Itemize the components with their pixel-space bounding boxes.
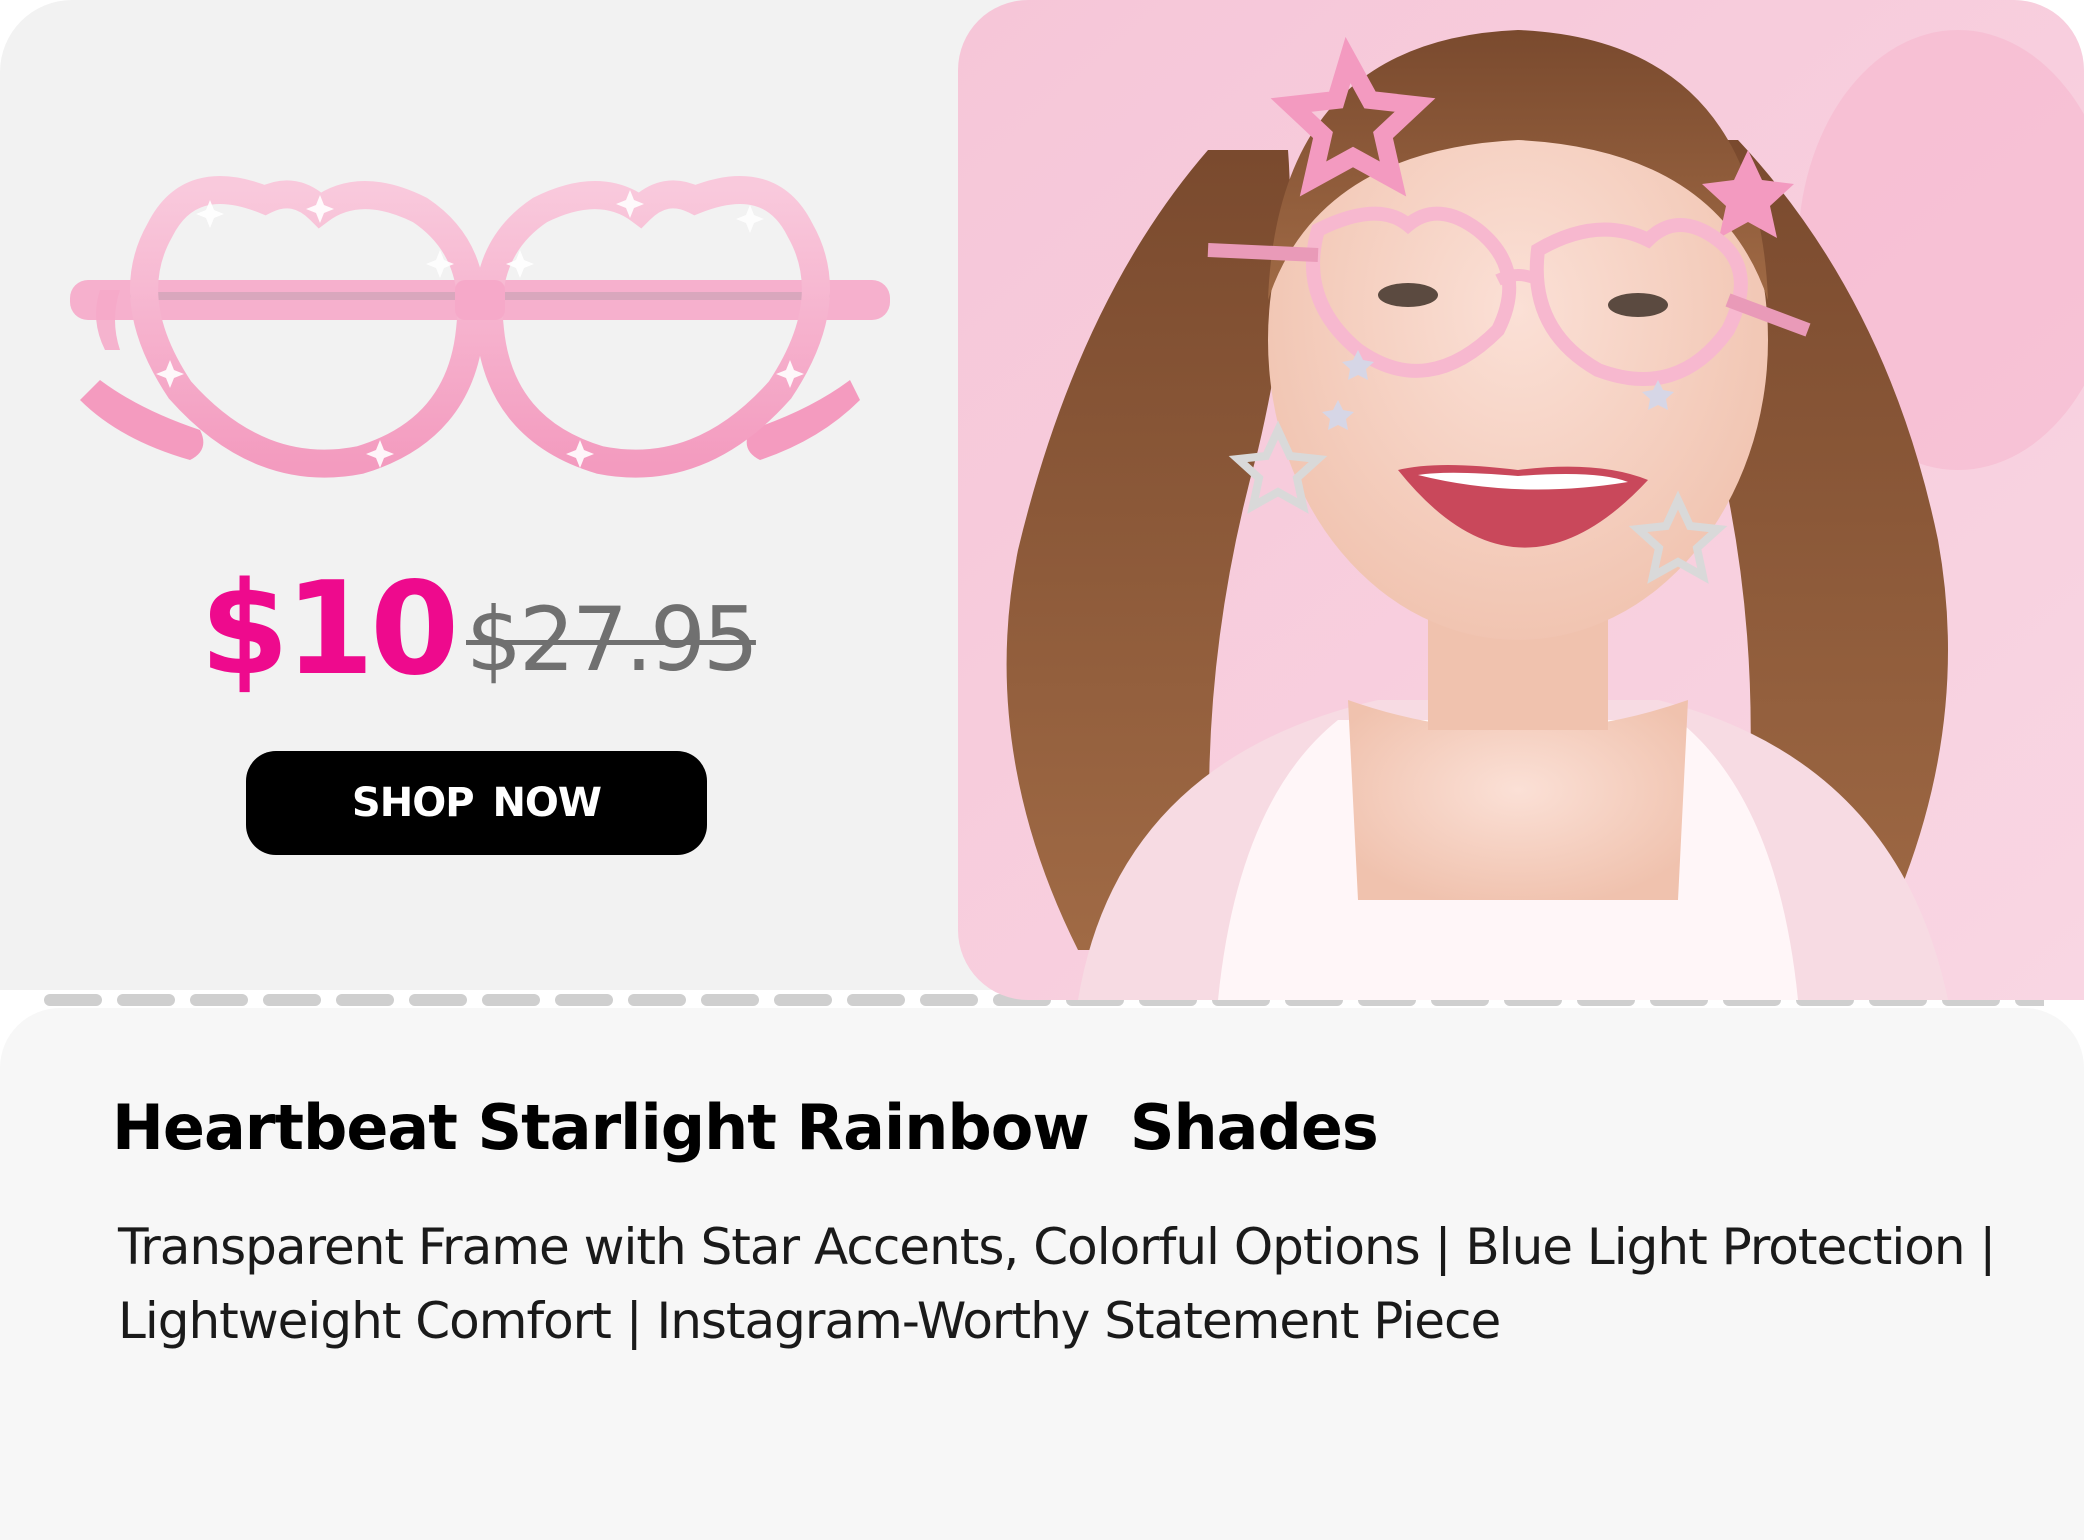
price-row: $10 $27.95: [0, 560, 960, 700]
product-title: Heartbeat Starlight Rainbow Shades: [112, 1091, 1379, 1164]
product-description: Transparent Frame with Star Accents, Col…: [118, 1218, 1996, 1350]
product-card: $10 $27.95 SHOP NOW Heartbeat Starlight …: [0, 0, 2084, 1540]
heart-glasses-image[interactable]: [60, 160, 900, 510]
sale-price: $10: [200, 555, 459, 704]
model-photo[interactable]: [958, 0, 2084, 1000]
original-price: $27.95: [466, 588, 759, 691]
shop-now-button[interactable]: SHOP NOW: [246, 751, 707, 855]
